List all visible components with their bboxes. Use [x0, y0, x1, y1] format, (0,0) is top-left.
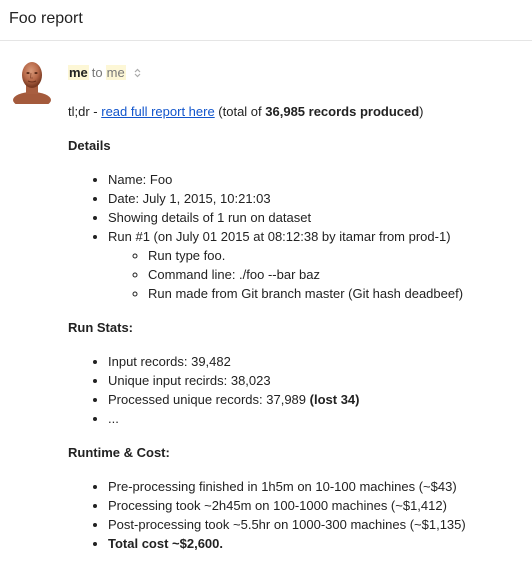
list-item: Date: July 1, 2015, 10:21:03	[108, 189, 523, 208]
processed-records: Processed unique records: 37,989	[108, 392, 310, 407]
run-stats-heading: Run Stats:	[68, 320, 133, 335]
list-item: Total cost ~$2,600.	[108, 534, 523, 553]
details-list: Name: Foo Date: July 1, 2015, 10:21:03 S…	[68, 170, 523, 303]
run-sub-list: Run type foo. Command line: ./foo --bar …	[108, 246, 523, 303]
list-item: Command line: ./foo --bar baz	[148, 265, 523, 284]
list-item: Run made from Git branch master (Git has…	[148, 284, 523, 303]
recipient-name[interactable]: me	[105, 65, 126, 80]
tldr-mid: (total of	[214, 104, 266, 119]
subject-bar: Foo report	[0, 0, 532, 40]
runtime-list: Pre-processing finished in 1h5m on 10-10…	[68, 477, 523, 553]
header-divider	[0, 40, 532, 41]
records-count: 36,985 records produced	[265, 104, 420, 119]
list-item: Run #1 (on July 01 2015 at 08:12:38 by i…	[108, 227, 523, 303]
run-stats-list: Input records: 39,482 Unique input recir…	[68, 352, 523, 428]
full-report-link[interactable]: read full report here	[101, 104, 214, 119]
run-line: Run #1 (on July 01 2015 at 08:12:38 by i…	[108, 229, 451, 244]
runtime-heading: Runtime & Cost:	[68, 445, 170, 460]
list-item: Pre-processing finished in 1h5m on 10-10…	[108, 477, 523, 496]
tldr-line: tl;dr - read full report here (total of …	[68, 102, 523, 121]
total-cost: Total cost ~$2,600.	[108, 536, 224, 551]
details-heading: Details	[68, 138, 111, 153]
list-item: Name: Foo	[108, 170, 523, 189]
list-item: Run type foo.	[148, 246, 523, 265]
email-body: tl;dr - read full report here (total of …	[68, 102, 523, 553]
email-subject: Foo report	[9, 10, 83, 27]
list-item: Unique input recirds: 38,023	[108, 371, 523, 390]
tldr-suffix: )	[419, 104, 424, 119]
avatar[interactable]	[12, 60, 52, 104]
list-item: Processing took ~2h45m on 100-1000 machi…	[108, 496, 523, 515]
list-item: ...	[108, 409, 523, 428]
list-item: Showing details of 1 run on dataset	[108, 208, 523, 227]
sender-line: me to me	[68, 65, 141, 81]
sender-name[interactable]: me	[68, 65, 89, 80]
tldr-prefix: tl;dr -	[68, 104, 102, 119]
chevron-updown-icon[interactable]	[134, 66, 141, 81]
lost-records: (lost 34)	[309, 392, 360, 407]
list-item: Post-processing took ~5.5hr on 1000-300 …	[108, 515, 523, 534]
avatar-photo	[13, 62, 51, 104]
to-label: to	[91, 65, 103, 80]
list-item: Input records: 39,482	[108, 352, 523, 371]
list-item: Processed unique records: 37,989 (lost 3…	[108, 390, 523, 409]
